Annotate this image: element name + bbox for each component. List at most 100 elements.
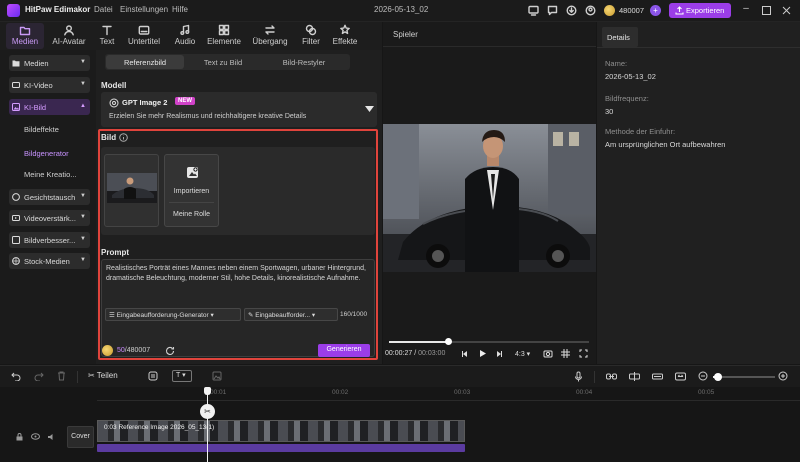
- preview-image: [383, 124, 596, 272]
- cover-button[interactable]: Cover: [67, 426, 94, 448]
- sidebar-sub-bildgenerator[interactable]: Bildgenerator: [24, 149, 69, 158]
- chevron-down-icon: ▼: [80, 257, 86, 263]
- account-icon[interactable]: [585, 5, 596, 16]
- delete-icon[interactable]: [57, 371, 66, 381]
- minimize-button[interactable]: –: [739, 3, 753, 17]
- tool-filter[interactable]: Filter: [297, 24, 325, 50]
- fps-label: Bildfrequenz:: [605, 94, 649, 103]
- prompt-textarea[interactable]: Realistisches Porträt eines Mannes neben…: [101, 259, 375, 357]
- menu-einstellungen[interactable]: Einstellungen: [120, 5, 168, 14]
- import-method-label: Methode der Einfuhr:: [605, 127, 676, 136]
- redo-icon[interactable]: [34, 372, 44, 381]
- chevron-down-icon: ▼: [80, 81, 86, 87]
- fit-track-icon[interactable]: [675, 372, 686, 381]
- add-credits-icon[interactable]: +: [650, 5, 661, 16]
- progress-handle[interactable]: [445, 338, 452, 345]
- sidebar-item-ki-video[interactable]: KI-Video ▼: [9, 77, 90, 93]
- split-button[interactable]: ✂ Teilen: [88, 371, 118, 380]
- fullscreen-icon[interactable]: [579, 349, 588, 358]
- project-name: 2026-05-13_02: [374, 5, 429, 14]
- microphone-icon[interactable]: [574, 371, 583, 382]
- export-icon: [675, 6, 684, 15]
- menu-datei[interactable]: Datei: [94, 5, 113, 14]
- tab-details[interactable]: Details: [602, 27, 638, 47]
- sidebar-item-bildverbesserer[interactable]: Bildverbesser... ▼: [9, 232, 90, 248]
- grid-icon[interactable]: [561, 349, 570, 358]
- info-icon[interactable]: [119, 133, 128, 142]
- import-button[interactable]: Importieren Meine Rolle: [164, 154, 219, 227]
- tool-ai-avatar[interactable]: AI-Avatar: [47, 24, 91, 50]
- ruler-tick: 00:05: [698, 389, 715, 396]
- tab-text-zu-bild[interactable]: Text zu Bild: [184, 55, 262, 69]
- playhead-handle[interactable]: [204, 387, 211, 395]
- play-icon[interactable]: [478, 349, 487, 358]
- audio-track[interactable]: [97, 444, 465, 452]
- tool-effekte[interactable]: Effekte: [329, 24, 361, 50]
- menu-hilfe[interactable]: Hilfe: [172, 5, 188, 14]
- reference-thumbnail: [107, 173, 157, 203]
- tool-audio[interactable]: Audio: [170, 24, 200, 50]
- tab-bild-restyler[interactable]: Bild-Restyler: [262, 55, 346, 69]
- snapshot-icon[interactable]: [543, 349, 553, 358]
- sidebar-sub-bildeffekte[interactable]: Bildeffekte: [24, 125, 59, 134]
- sidebar-label: KI-Bild: [24, 103, 47, 112]
- role-divider: [169, 202, 214, 203]
- visibility-icon[interactable]: [31, 433, 40, 440]
- image-insert-icon[interactable]: [212, 371, 222, 381]
- undo-icon[interactable]: [11, 372, 21, 381]
- sidebar-item-gesichtstausch[interactable]: Gesichtstausch ▼: [9, 189, 90, 205]
- link-icon[interactable]: [606, 372, 617, 381]
- lock-icon[interactable]: [16, 433, 23, 441]
- zoom-slider-track[interactable]: [713, 376, 775, 378]
- sidebar-label: Medien: [24, 59, 49, 68]
- reference-image-slot[interactable]: [104, 154, 159, 227]
- image-enhance-icon: [12, 236, 20, 244]
- aspect-ratio-dropdown[interactable]: 4:3 ▾: [515, 350, 530, 358]
- next-frame-icon[interactable]: [495, 350, 503, 358]
- sidebar-item-videoverstaerker[interactable]: Videoverstärk... ▼: [9, 210, 90, 226]
- tab-referenzbild[interactable]: Referenzbild: [106, 55, 184, 69]
- zoom-in-icon[interactable]: [778, 371, 788, 381]
- tool-untertitel[interactable]: Untertitel: [123, 24, 165, 50]
- current-time: 00:00:27: [385, 350, 413, 357]
- feedback-icon[interactable]: [547, 5, 558, 16]
- tool-elemente[interactable]: Elemente: [204, 24, 244, 50]
- split-track-icon[interactable]: [629, 372, 640, 381]
- text-icon: [102, 25, 112, 36]
- sidebar-item-medien[interactable]: Medien ▼: [9, 55, 90, 71]
- playhead-split-handle[interactable]: ✂: [200, 404, 215, 419]
- close-button[interactable]: [782, 6, 791, 15]
- tool-text[interactable]: Text: [94, 24, 120, 50]
- text-insert-dropdown[interactable]: T ▾: [172, 370, 192, 382]
- export-button[interactable]: Exportieren: [669, 3, 731, 18]
- crop-track-icon[interactable]: [652, 372, 663, 381]
- sidebar-item-stock-medien[interactable]: Stock-Medien ▼: [9, 253, 90, 269]
- sidebar-sub-meine-kreationen[interactable]: Meine Kreatio...: [24, 170, 77, 179]
- monitor-icon[interactable]: [528, 5, 539, 16]
- model-selector[interactable]: GPT Image 2 NEW Erzielen Sie mehr Realis…: [101, 92, 377, 127]
- video-enhance-icon: [12, 215, 20, 221]
- download-icon[interactable]: [566, 5, 577, 16]
- details-panel: Details Name: 2026-05-13_02 Bildfrequenz…: [597, 22, 800, 364]
- tool-uebergang[interactable]: Übergang: [250, 24, 290, 50]
- zoom-slider-handle[interactable]: [714, 373, 722, 381]
- tool-label: Medien: [11, 37, 39, 46]
- name-value: 2026-05-13_02: [605, 72, 656, 81]
- bild-heading: Bild: [101, 133, 117, 142]
- sidebar-item-ki-bild[interactable]: KI-Bild ▲: [9, 99, 90, 115]
- timeline-ruler[interactable]: [97, 387, 800, 401]
- chevron-down-icon: ▾: [524, 351, 531, 358]
- tool-label: Elemente: [207, 37, 241, 46]
- previous-frame-icon[interactable]: [461, 350, 469, 358]
- prompt-generator-dropdown[interactable]: ☰ Eingabeaufforderung-Generator ▾: [105, 308, 241, 321]
- volume-icon[interactable]: [47, 433, 56, 441]
- maximize-button[interactable]: [762, 6, 771, 15]
- tool-medien[interactable]: Medien: [7, 24, 43, 50]
- playhead-line: [207, 391, 208, 462]
- refresh-icon[interactable]: [165, 346, 175, 356]
- list-icon: ☰: [109, 312, 117, 319]
- zoom-out-icon[interactable]: [698, 371, 708, 381]
- prompt-enhancer-dropdown[interactable]: ✎ Eingabeaufforder... ▾: [244, 308, 338, 321]
- generate-button[interactable]: Generieren: [318, 344, 370, 357]
- marker-icon[interactable]: [148, 371, 158, 381]
